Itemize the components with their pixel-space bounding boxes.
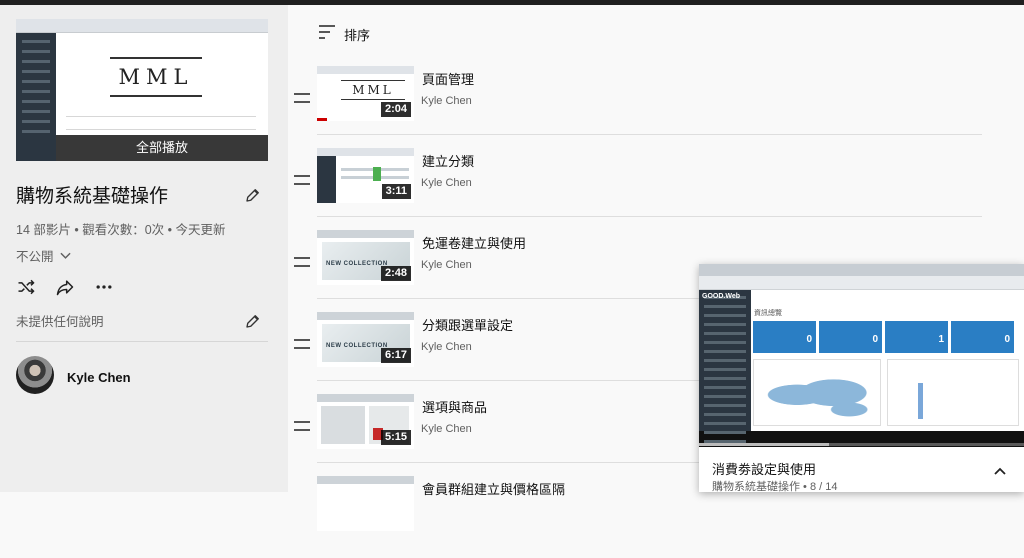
item-divider — [317, 134, 982, 135]
video-channel[interactable]: Kyle Chen — [421, 259, 472, 271]
privacy-label: 不公開 — [16, 250, 54, 264]
share-button[interactable] — [55, 277, 75, 297]
pencil-icon[interactable] — [244, 186, 262, 204]
thumbnail-logo-text: MML — [110, 57, 202, 97]
video-title[interactable]: 分類跟選單設定 — [422, 315, 513, 334]
video-frame: GOOD.Web 資訊總覽 0 0 1 0 — [699, 264, 1024, 443]
pencil-icon[interactable] — [244, 312, 262, 330]
video-channel[interactable]: Kyle Chen — [421, 95, 472, 107]
thumbnail-browser-bar — [16, 19, 268, 33]
thumbnail-banner-text: NEW COLLECTION — [326, 261, 388, 267]
playlist-stats: 14 部影片 • 觀看次數：0次 • 今天更新 — [16, 223, 226, 237]
video-channel[interactable]: Kyle Chen — [421, 423, 472, 435]
video-title[interactable]: 頁面管理 — [422, 69, 474, 88]
video-channel[interactable]: Kyle Chen — [421, 341, 472, 353]
video-thumbnail[interactable]: MML 2:04 — [317, 66, 414, 121]
miniplayer-scrubber[interactable] — [699, 443, 1024, 446]
avatar[interactable] — [16, 356, 54, 394]
video-title[interactable]: 選項與商品 — [422, 397, 487, 416]
drag-handle-icon[interactable] — [294, 257, 310, 267]
video-duration: 3:11 — [381, 184, 411, 199]
video-frame-logo: GOOD.Web — [702, 293, 740, 300]
chevron-up-icon[interactable] — [993, 464, 1007, 478]
miniplayer[interactable]: GOOD.Web 資訊總覽 0 0 1 0 消費劵設定與使用 購物系統基礎操作 … — [699, 264, 1024, 493]
item-divider — [317, 216, 982, 217]
miniplayer-video[interactable]: GOOD.Web 資訊總覽 0 0 1 0 — [699, 264, 1024, 447]
watch-progress-bar — [317, 118, 327, 121]
playlist-title: 購物系統基礎操作 — [16, 186, 169, 207]
sidebar-divider — [16, 341, 268, 342]
chevron-down-icon — [60, 252, 71, 259]
video-title[interactable]: 建立分類 — [422, 151, 474, 170]
video-thumbnail[interactable]: 5:15 — [317, 394, 414, 449]
privacy-dropdown[interactable]: 不公開 — [16, 246, 71, 265]
video-thumbnail[interactable]: NEW COLLECTION 2:48 — [317, 230, 414, 285]
drag-handle-icon[interactable] — [294, 339, 310, 349]
video-frame-map — [753, 359, 881, 426]
drag-handle-icon[interactable] — [294, 93, 310, 103]
more-icon — [96, 285, 112, 289]
sort-icon — [319, 25, 335, 39]
video-duration: 6:17 — [380, 348, 411, 363]
video-title[interactable]: 免運卷建立與使用 — [422, 233, 526, 252]
video-thumbnail[interactable]: NEW COLLECTION 6:17 — [317, 312, 414, 367]
playlist-owner[interactable]: Kyle Chen — [67, 370, 131, 385]
more-button[interactable] — [94, 277, 114, 297]
video-frame-card: 0 — [951, 321, 1014, 353]
playlist-video-item[interactable]: MML 2:04 頁面管理 Kyle Chen — [294, 66, 982, 148]
thumbnail-line — [66, 129, 256, 130]
thumbnail-line — [66, 116, 256, 117]
video-frame-panel-title: 資訊總覽 — [754, 310, 782, 317]
playlist-description: 未提供任何說明 — [16, 315, 104, 329]
video-frame-card: 1 — [885, 321, 948, 353]
video-frame-chart — [887, 359, 1019, 426]
miniplayer-title[interactable]: 消費劵設定與使用 — [712, 459, 816, 478]
shuffle-icon — [18, 279, 35, 295]
video-thumbnail[interactable]: 3:11 — [317, 148, 414, 203]
playlist-thumbnail[interactable]: MML 全部播放 — [16, 19, 268, 161]
video-thumbnail[interactable] — [317, 476, 414, 531]
video-duration: 2:48 — [380, 266, 411, 281]
share-icon — [56, 280, 74, 296]
video-duration: 2:04 — [380, 102, 411, 117]
play-all-button[interactable]: 全部播放 — [56, 135, 268, 161]
sort-label: 排序 — [344, 28, 371, 43]
thumbnail-logo-text: MML — [341, 80, 405, 100]
playlist-video-item[interactable]: 3:11 建立分類 Kyle Chen — [294, 148, 982, 230]
video-frame-card: 0 — [753, 321, 816, 353]
drag-handle-icon[interactable] — [294, 175, 310, 185]
video-title[interactable]: 會員群組建立與價格區隔 — [422, 479, 565, 498]
video-channel[interactable]: Kyle Chen — [421, 177, 472, 189]
drag-handle-icon[interactable] — [294, 421, 310, 431]
thumbnail-admin-sidebar — [16, 33, 56, 161]
video-duration: 5:15 — [380, 430, 411, 445]
shuffle-button[interactable] — [16, 277, 36, 297]
video-frame-card: 0 — [819, 321, 882, 353]
thumbnail-banner-text: NEW COLLECTION — [326, 343, 388, 349]
